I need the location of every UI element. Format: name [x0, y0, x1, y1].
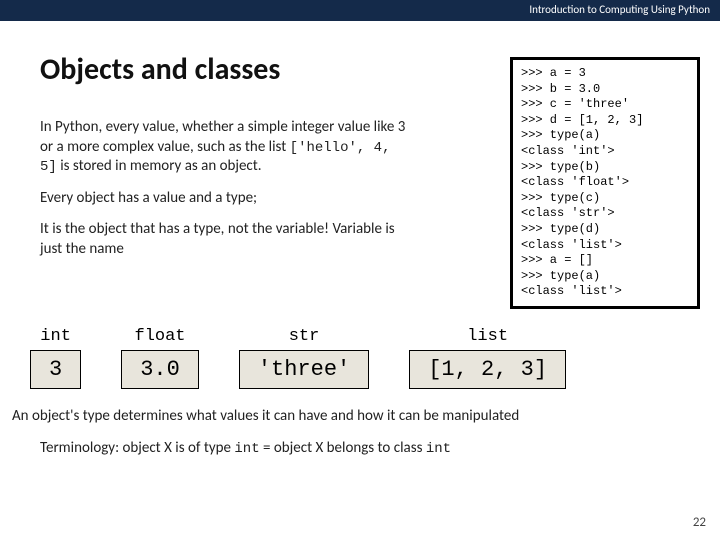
paragraph-3: It is the object that has a type, not th… [40, 220, 410, 259]
type-box-int: 3 [30, 350, 81, 389]
course-title: Introduction to Computing Using Python [529, 3, 710, 16]
type-label-list: list [467, 327, 508, 346]
terminal-output: >>> a = 3 >>> b = 3.0 >>> c = 'three' >>… [510, 57, 700, 309]
header-bar: Introduction to Computing Using Python [0, 0, 720, 21]
page-number: 22 [693, 515, 706, 530]
footer-line: An object's type determines what values … [0, 389, 720, 425]
term-code-2: int [426, 441, 451, 457]
term-text-b: = object X belongs to class [260, 439, 426, 457]
term-code-1: int [234, 441, 259, 457]
type-label-str: str [289, 327, 320, 346]
type-box-float: 3.0 [121, 350, 199, 389]
type-col-int: int 3 [30, 327, 81, 389]
type-col-str: str 'three' [239, 327, 369, 389]
left-column: Objects and classes In Python, every val… [40, 51, 490, 309]
type-label-float: float [135, 327, 186, 346]
terminology-line: Terminology: object X is of type int = o… [0, 425, 720, 457]
paragraph-2: Every object has a value and a type; [40, 189, 410, 209]
right-column: >>> a = 3 >>> b = 3.0 >>> c = 'three' >>… [510, 51, 700, 309]
type-box-str: 'three' [239, 350, 369, 389]
paragraph-1: In Python, every value, whether a simple… [40, 118, 410, 177]
term-text-a: Terminology: object X is of type [40, 439, 234, 457]
type-col-list: list [1, 2, 3] [409, 327, 566, 389]
para1-text-b: is stored in memory as an object. [57, 157, 262, 175]
type-label-int: int [40, 327, 71, 346]
main-content: Objects and classes In Python, every val… [0, 21, 720, 319]
type-col-float: float 3.0 [121, 327, 199, 389]
page-title: Objects and classes [40, 51, 490, 88]
type-box-list: [1, 2, 3] [409, 350, 566, 389]
types-row: int 3 float 3.0 str 'three' list [1, 2, … [0, 321, 720, 389]
